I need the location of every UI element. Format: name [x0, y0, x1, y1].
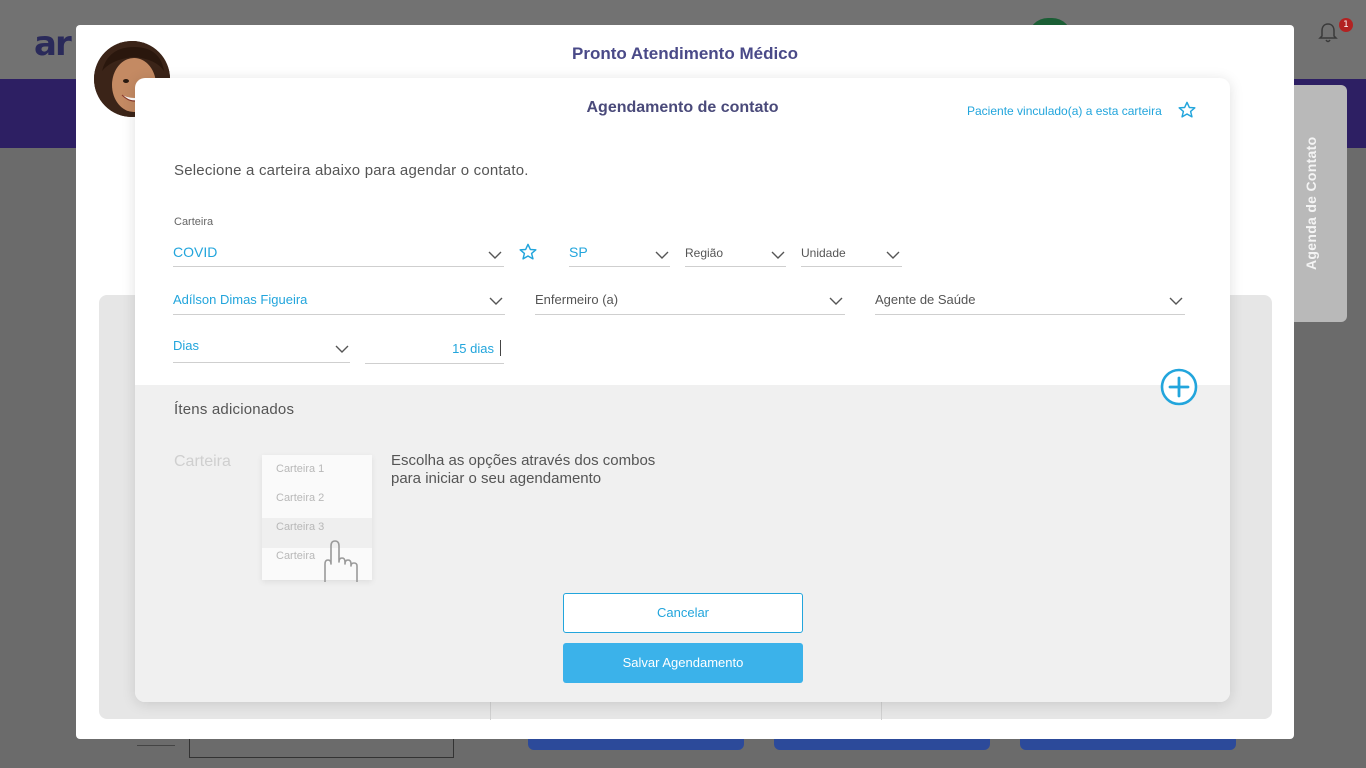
chevron-down-icon: [829, 297, 843, 305]
regiao-placeholder: Região: [685, 246, 724, 260]
hand-pointer-icon: [324, 540, 358, 582]
ghost-carteira-label: Carteira: [174, 453, 231, 470]
unidade-placeholder: Unidade: [801, 246, 846, 260]
background-field: [137, 738, 175, 746]
hint-text: Escolha as opções através dos combos par…: [391, 452, 691, 488]
background-field: [189, 738, 454, 758]
linked-patient-text: Paciente vinculado(a) a esta carteira: [967, 104, 1162, 118]
ghost-list-item: Carteira 2: [276, 492, 325, 504]
enfermeiro-placeholder: Enfermeiro (a): [535, 292, 619, 307]
favorite-star-icon[interactable]: [519, 243, 537, 261]
add-circle-icon[interactable]: [1160, 368, 1198, 406]
periodo-select[interactable]: Dias: [173, 337, 350, 363]
enfermeiro-select[interactable]: Enfermeiro (a): [535, 290, 845, 315]
hint-line: para iniciar o seu agendamento: [391, 470, 602, 487]
regiao-select[interactable]: Região: [685, 240, 786, 267]
chevron-down-icon: [771, 251, 785, 259]
chevron-down-icon: [488, 251, 502, 259]
agenda-side-tab-label: Agenda de Contato: [1303, 136, 1319, 271]
app-logo: ar: [34, 24, 72, 64]
carteira-value: COVID: [173, 244, 218, 260]
profissional-select[interactable]: Adílson Dimas Figueira: [173, 290, 505, 315]
chevron-down-icon: [1169, 297, 1183, 305]
chevron-down-icon: [655, 251, 669, 259]
profissional-value: Adílson Dimas Figueira: [173, 292, 308, 307]
hint-line: Escolha as opções através dos combos: [391, 452, 656, 469]
chevron-down-icon: [335, 345, 349, 353]
outer-modal-title: Pronto Atendimento Médico: [571, 44, 799, 63]
instruction-text: Selecione a carteira abaixo para agendar…: [174, 162, 529, 179]
added-items-title: Ítens adicionados: [174, 401, 295, 418]
ghost-list-item: Carteira: [276, 550, 316, 562]
ghost-list-item: Carteira 3: [276, 521, 325, 533]
periodo-value: Dias: [173, 338, 200, 353]
carteira-select[interactable]: COVID: [173, 240, 504, 267]
divider: [881, 700, 882, 720]
agente-placeholder: Agente de Saúde: [875, 292, 976, 307]
estado-value: SP: [569, 244, 588, 260]
cancel-button[interactable]: Cancelar: [563, 593, 803, 633]
chevron-down-icon: [886, 251, 900, 259]
save-schedule-button[interactable]: Salvar Agendamento: [563, 643, 803, 683]
bell-icon[interactable]: [1318, 22, 1338, 44]
divider: [490, 700, 491, 720]
estado-select[interactable]: SP: [569, 240, 670, 267]
star-icon[interactable]: [1178, 101, 1196, 119]
carteira-label: Carteira: [174, 216, 214, 228]
quantidade-input[interactable]: 15 dias: [365, 337, 504, 364]
quantidade-value: 15 dias: [452, 341, 494, 356]
background-button: [1020, 738, 1236, 750]
background-button: [528, 738, 744, 750]
unidade-select[interactable]: Unidade: [801, 240, 902, 267]
text-cursor: [500, 340, 501, 356]
background-button: [774, 738, 990, 750]
agente-select[interactable]: Agente de Saúde: [875, 290, 1185, 315]
notification-badge: 1: [1339, 18, 1353, 32]
ghost-list-item: Carteira 1: [276, 463, 325, 475]
chevron-down-icon: [489, 297, 503, 305]
